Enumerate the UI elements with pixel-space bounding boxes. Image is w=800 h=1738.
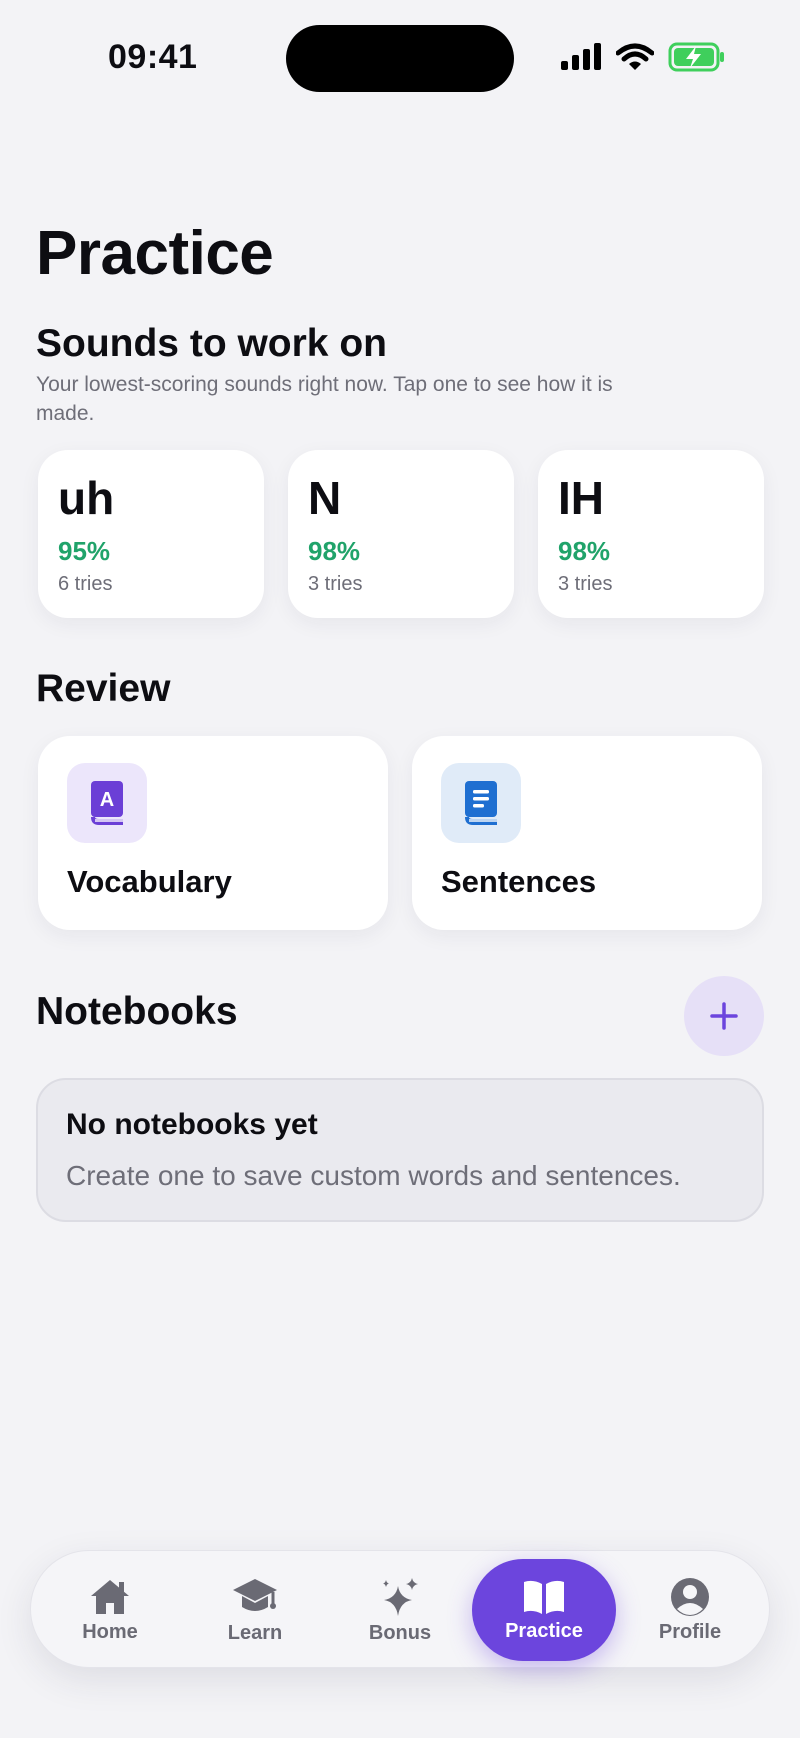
tab-home[interactable]: Home: [38, 1559, 182, 1661]
tab-bonus[interactable]: Bonus: [328, 1559, 472, 1661]
empty-state-body: Create one to save custom words and sent…: [66, 1160, 681, 1191]
notebooks-section-title: Notebooks: [36, 990, 238, 1033]
open-book-icon: [524, 1580, 564, 1614]
add-notebook-button[interactable]: [684, 976, 764, 1056]
sound-tries: 3 tries: [308, 573, 363, 595]
sound-score: 98%: [308, 536, 361, 566]
tab-label: Profile: [658, 1620, 722, 1643]
sound-card-ih[interactable]: IH 98% 3 tries: [538, 450, 764, 618]
review-card-vocabulary[interactable]: A Vocabulary: [38, 736, 388, 930]
cellular-signal-icon: [561, 43, 601, 70]
notebooks-empty-state: No notebooks yet Create one to save cust…: [36, 1078, 764, 1222]
battery-charging-icon: [668, 42, 724, 72]
graduation-cap-icon: [233, 1578, 277, 1611]
sound-tries: 6 tries: [58, 573, 113, 595]
sound-card-uh[interactable]: uh 95% 6 tries: [38, 450, 264, 618]
sound-symbol: IH: [558, 472, 604, 524]
tab-label: Home: [82, 1620, 138, 1643]
sound-tries: 3 tries: [558, 573, 613, 595]
status-icons: [560, 40, 726, 74]
sentences-icon-tile: [441, 763, 521, 843]
sounds-section-title: Sounds to work on: [36, 322, 387, 365]
home-icon: [91, 1579, 129, 1614]
wifi-icon: [616, 43, 654, 70]
vocabulary-book-icon: A: [91, 781, 123, 825]
practice-screen: 09:41 Practice Sounds to work on Your lo…: [0, 0, 800, 1738]
svg-text:A: A: [100, 789, 114, 811]
plus-icon: [710, 1002, 738, 1030]
sparkles-icon: [383, 1577, 418, 1616]
review-label: Sentences: [441, 864, 597, 899]
tab-practice[interactable]: Practice: [472, 1559, 616, 1661]
page-title: Practice: [36, 219, 274, 288]
tab-label: Practice: [505, 1619, 583, 1642]
sound-symbol: N: [308, 472, 342, 524]
review-label: Vocabulary: [67, 864, 232, 899]
sentences-book-icon: [465, 781, 497, 825]
review-section-title: Review: [36, 667, 171, 710]
vocabulary-icon-tile: A: [67, 763, 147, 843]
sound-card-n[interactable]: N 98% 3 tries: [288, 450, 514, 618]
tab-learn[interactable]: Learn: [183, 1559, 327, 1661]
review-card-sentences[interactable]: Sentences: [412, 736, 762, 930]
tab-label: Bonus: [368, 1621, 432, 1644]
sound-score: 98%: [558, 536, 611, 566]
status-time: 09:41: [108, 38, 198, 76]
dynamic-island: [286, 25, 514, 92]
sound-score: 95%: [58, 536, 111, 566]
sounds-section-subtitle: Your lowest-scoring sounds right now. Ta…: [36, 373, 613, 425]
sound-symbol: uh: [58, 472, 115, 524]
tab-profile[interactable]: Profile: [618, 1559, 762, 1661]
person-circle-icon: [671, 1577, 709, 1616]
empty-state-title: No notebooks yet: [66, 1108, 318, 1141]
tab-bar: Home Learn Bonus Practice Profile: [30, 1550, 770, 1668]
tab-label: Learn: [227, 1621, 283, 1644]
